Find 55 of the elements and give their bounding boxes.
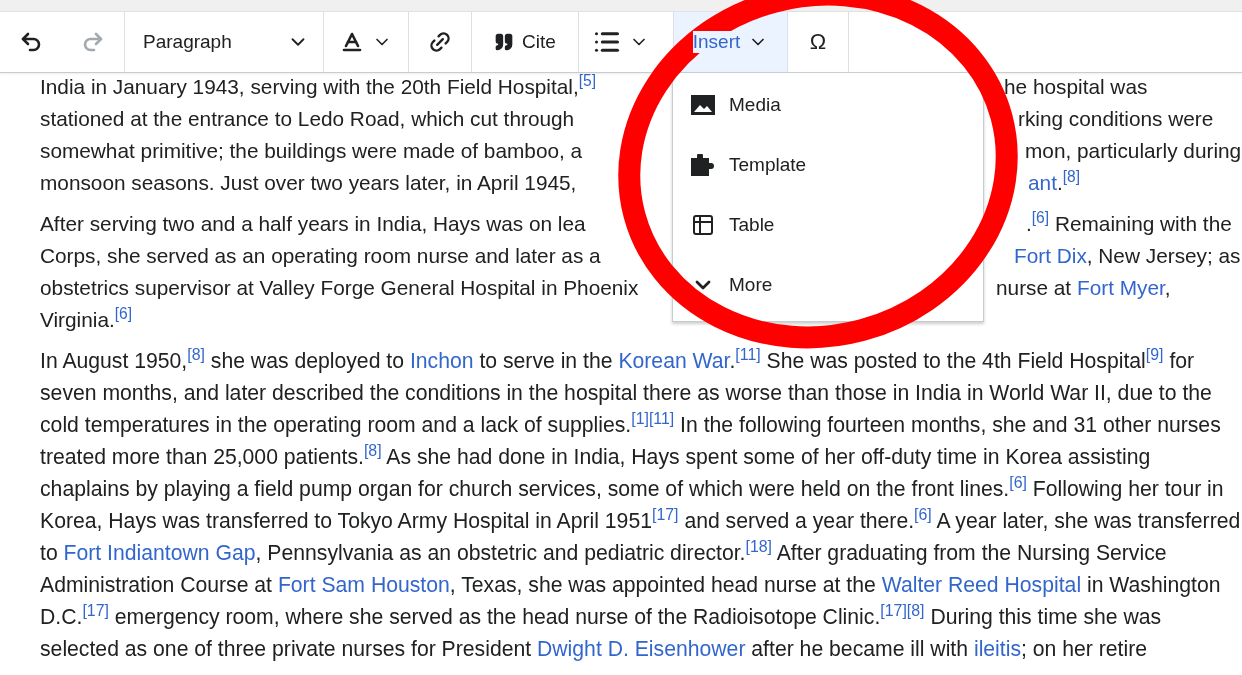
article-link[interactable]: Korean War [618,349,730,372]
paragraph-text: Virginia.$^{[6]}$ [40,308,133,331]
paragraph-text: India in January 1943, serving with the 20th Field Hospital,$^{[5]}$ [40,75,597,98]
citation-link[interactable]: [8] [187,346,205,364]
paragraph-text: .$^{[6]}$ Remaining with the [1026,212,1232,235]
citation-link[interactable]: [18] [745,538,772,556]
redo-icon [81,30,105,54]
quote-icon [494,32,515,52]
citation-link[interactable]: [6] [114,305,133,323]
paragraph-text: he hospital was [1004,75,1148,98]
citation-link[interactable]: [8] [1062,168,1081,186]
puzzle-piece-icon [691,154,715,176]
citation-link[interactable]: [6] [1009,474,1027,492]
article-link[interactable]: Fort Indiantown Gap [63,541,256,564]
citation-link[interactable]: [8] [363,442,382,460]
paragraph-text: nurse at Fort Myer, [996,276,1171,299]
citation-link[interactable]: [6] [914,506,932,524]
special-character-button[interactable]: Ω [788,12,848,72]
article-paragraph: In August 1950,$^{[8]}$ she was deployed to Inchon to serve in the Korean War.$^{[11]}$ She was posted to the 4th Field Hospital$^{[9]}$ for seven months, and later described the conditions in the hospital there as worse than those in India in World War II, due to the cold temperatures in the operating room and a lack of supplies.$^{[1]}$$^{[11]}$ In the following fourteen months, she and 31 other nurses treated more than 25,000 patients.$^{[8]}$ As she had done in India, Hays spent some of her off-duty time in Korea assisting chaplains by playing a field pump organ for church services, some of which were held on the front lines.$^{[6]}$ Following her tour in Korea, Hays was transferred to Tokyo Army Hospital in April 1951$^{[17]}$ and served a year there.$^{[6]}$ A year later, she was transferred to Fort Indiantown Gap, Pennsylvania as an obstetric and pediatric director.$^{[18]}$ After graduating from the Nursing Service Administration Course at Fort Sam Houston, Texas, she was appointed head nurse at the Walter Reed Hospital in Washington D.C.$^{[17]}$ emergency room, where she served as the head nurse of the Radioisotope Clinic.$^{[17]}$$^{[8]}$ During this time she was selected as one of three private nurses for President Dwight D. Eisenhower after he became ill with ileitis; on her retire [40,345,1242,663]
menu-item[interactable]: Table [673,195,983,255]
citation-link[interactable]: [17] [880,602,907,620]
paragraph-text: somewhat primitive; the buildings were made of bamboo, a [40,139,583,162]
paragraph-format-dropdown[interactable]: Paragraph [125,12,323,72]
citation-link[interactable]: [17] [82,602,109,620]
citation-link[interactable]: [11] [735,346,761,364]
paragraph-text: mon, particularly during [1025,139,1242,162]
paragraph-text: Fort Dix, New Jersey; as [1014,244,1241,267]
table-icon [691,213,715,237]
citation-link[interactable]: [9] [1145,346,1164,364]
menu-item[interactable]: Template [673,135,983,195]
paragraph-text: Corps, she served as an operating room nurse and later as a [40,244,601,267]
paragraph-text: obstetrics supervisor at Valley Forge General Hospital in Phoenix [40,276,639,299]
article-link[interactable]: ileitis [973,637,1021,660]
article-link[interactable]: Fort Sam Houston [277,573,450,596]
article-link[interactable]: Fort Myer [1076,276,1165,299]
article-link[interactable]: ant [1028,171,1057,194]
citation-link[interactable]: [1] [631,410,649,428]
undo-icon [19,30,43,54]
paragraph-text: rking conditions were [1018,107,1214,130]
paragraph-text: After serving two and a half years in India, Hays was on lea [40,212,586,235]
paragraph-text: ant.$^{[8]}$ [1028,171,1081,194]
citation-link[interactable]: [11] [648,410,675,428]
cite-button[interactable]: Cite [472,12,578,72]
article-link[interactable]: Inchon [409,349,474,372]
paragraph-text: monsoon seasons. Just over two years later, in April 1945, [40,171,577,194]
image-icon [691,95,715,115]
text-style-icon [340,30,364,54]
citation-link[interactable]: [5] [578,72,597,90]
article-link[interactable]: Fort Dix [1014,244,1087,267]
citation-link[interactable]: [8] [906,602,925,620]
citation-link[interactable]: [17] [652,506,679,524]
paragraph-text: stationed at the entrance to Ledo Road, which cut through [40,107,575,130]
citation-link[interactable]: [6] [1031,209,1050,227]
article-link[interactable]: Walter Reed Hospital [881,573,1082,596]
article-link[interactable]: Dwight D. Eisenhower [537,637,746,660]
